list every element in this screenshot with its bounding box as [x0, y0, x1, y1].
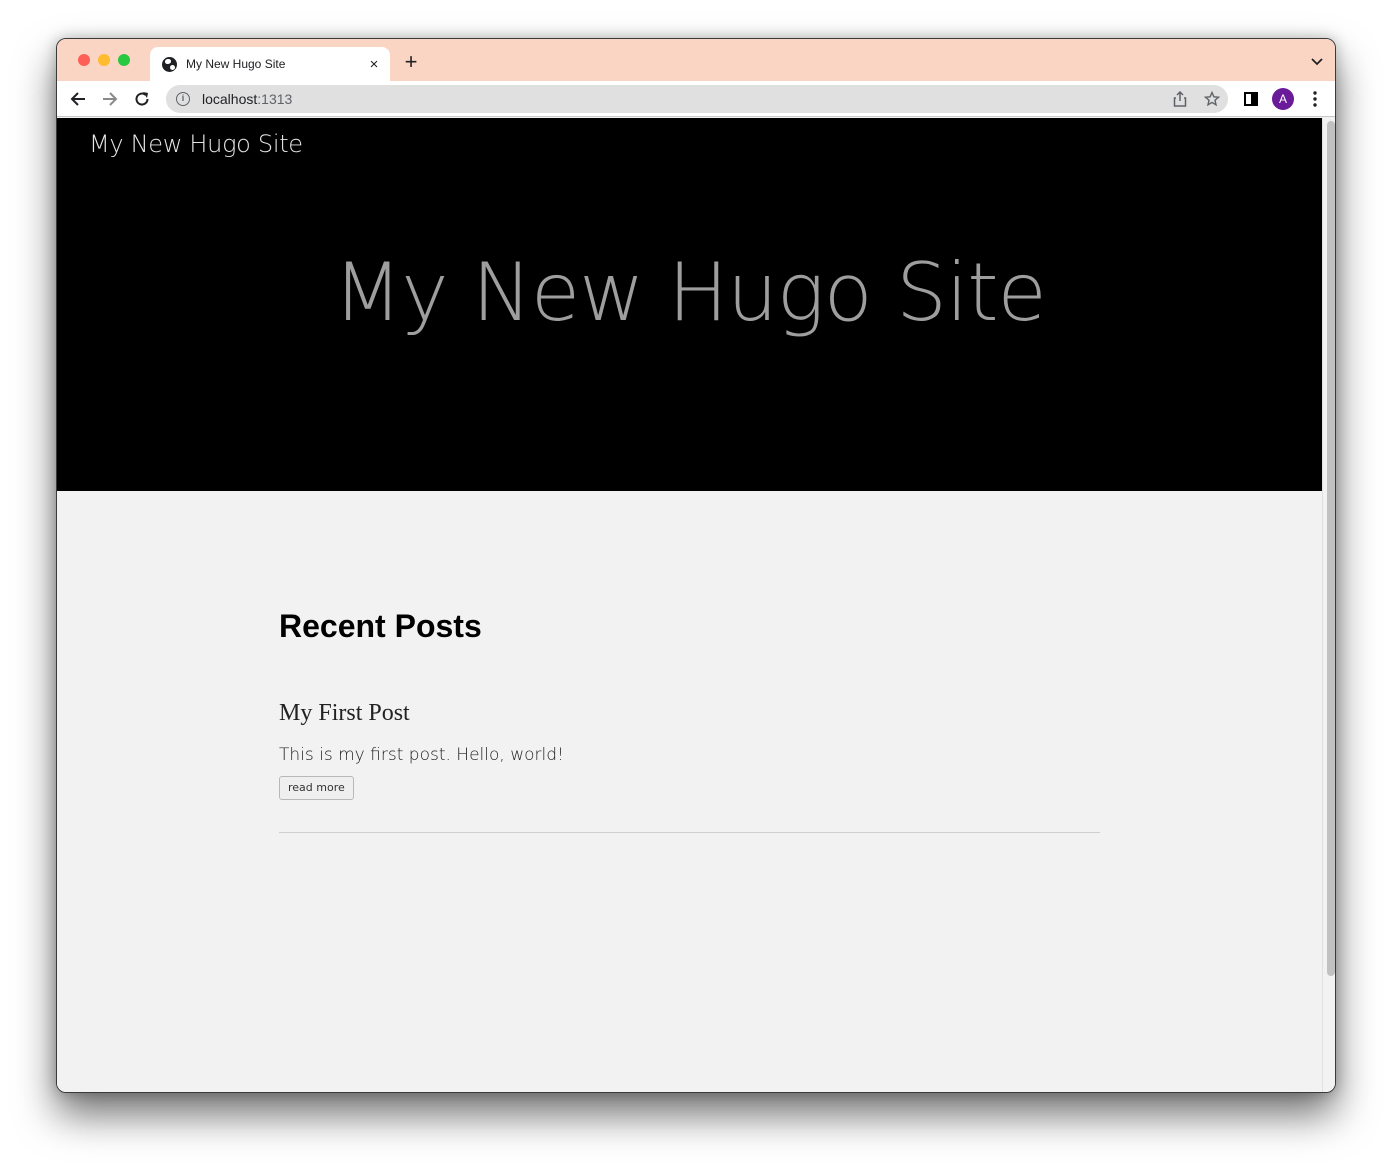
new-tab-button[interactable]: +: [399, 51, 423, 75]
vertical-scrollbar[interactable]: [1322, 118, 1335, 1092]
recent-posts-heading: Recent Posts: [279, 608, 482, 644]
globe-icon: [162, 56, 177, 72]
bookmark-star-icon[interactable]: [1196, 87, 1228, 111]
site-title-link[interactable]: My New Hugo Site: [89, 130, 303, 158]
url-host: localhost: [202, 91, 258, 107]
avatar-initial: A: [1272, 88, 1294, 110]
forward-arrow-icon[interactable]: [98, 87, 122, 111]
share-icon[interactable]: [1164, 87, 1196, 111]
browser-toolbar: i localhost:1313 A: [57, 81, 1335, 117]
post-summary: This is my first post. Hello, world!: [279, 745, 564, 765]
site-info-icon[interactable]: i: [176, 92, 190, 106]
side-panel-icon[interactable]: [1239, 87, 1263, 111]
page-viewport: My New Hugo Site My New Hugo Site Recent…: [57, 118, 1322, 1092]
reload-icon[interactable]: [130, 87, 154, 111]
hero-header: My New Hugo Site My New Hugo Site: [57, 118, 1322, 491]
profile-avatar[interactable]: A: [1271, 87, 1295, 111]
close-window-button[interactable]: [78, 54, 90, 66]
more-menu-icon[interactable]: [1303, 87, 1327, 111]
hero-title: My New Hugo Site: [333, 246, 1047, 339]
post-divider: [279, 832, 1100, 833]
browser-window: My New Hugo Site × + i localhost:1313 A …: [56, 38, 1336, 1093]
maximize-window-button[interactable]: [118, 54, 130, 66]
address-bar[interactable]: i localhost:1313: [166, 85, 1228, 113]
minimize-window-button[interactable]: [98, 54, 110, 66]
tab-strip: My New Hugo Site × +: [57, 39, 1335, 81]
tab-title: My New Hugo Site: [186, 57, 286, 71]
scrollbar-thumb[interactable]: [1327, 121, 1335, 976]
url-text[interactable]: localhost:1313: [202, 91, 1164, 107]
post-title-link[interactable]: My First Post: [279, 700, 410, 727]
browser-tab[interactable]: My New Hugo Site ×: [150, 47, 390, 81]
url-port: :1313: [257, 91, 293, 107]
back-arrow-icon[interactable]: [66, 87, 90, 111]
tab-search-chevron-icon[interactable]: [1309, 53, 1325, 69]
close-tab-icon[interactable]: ×: [362, 56, 386, 73]
read-more-button[interactable]: read more: [279, 776, 354, 800]
